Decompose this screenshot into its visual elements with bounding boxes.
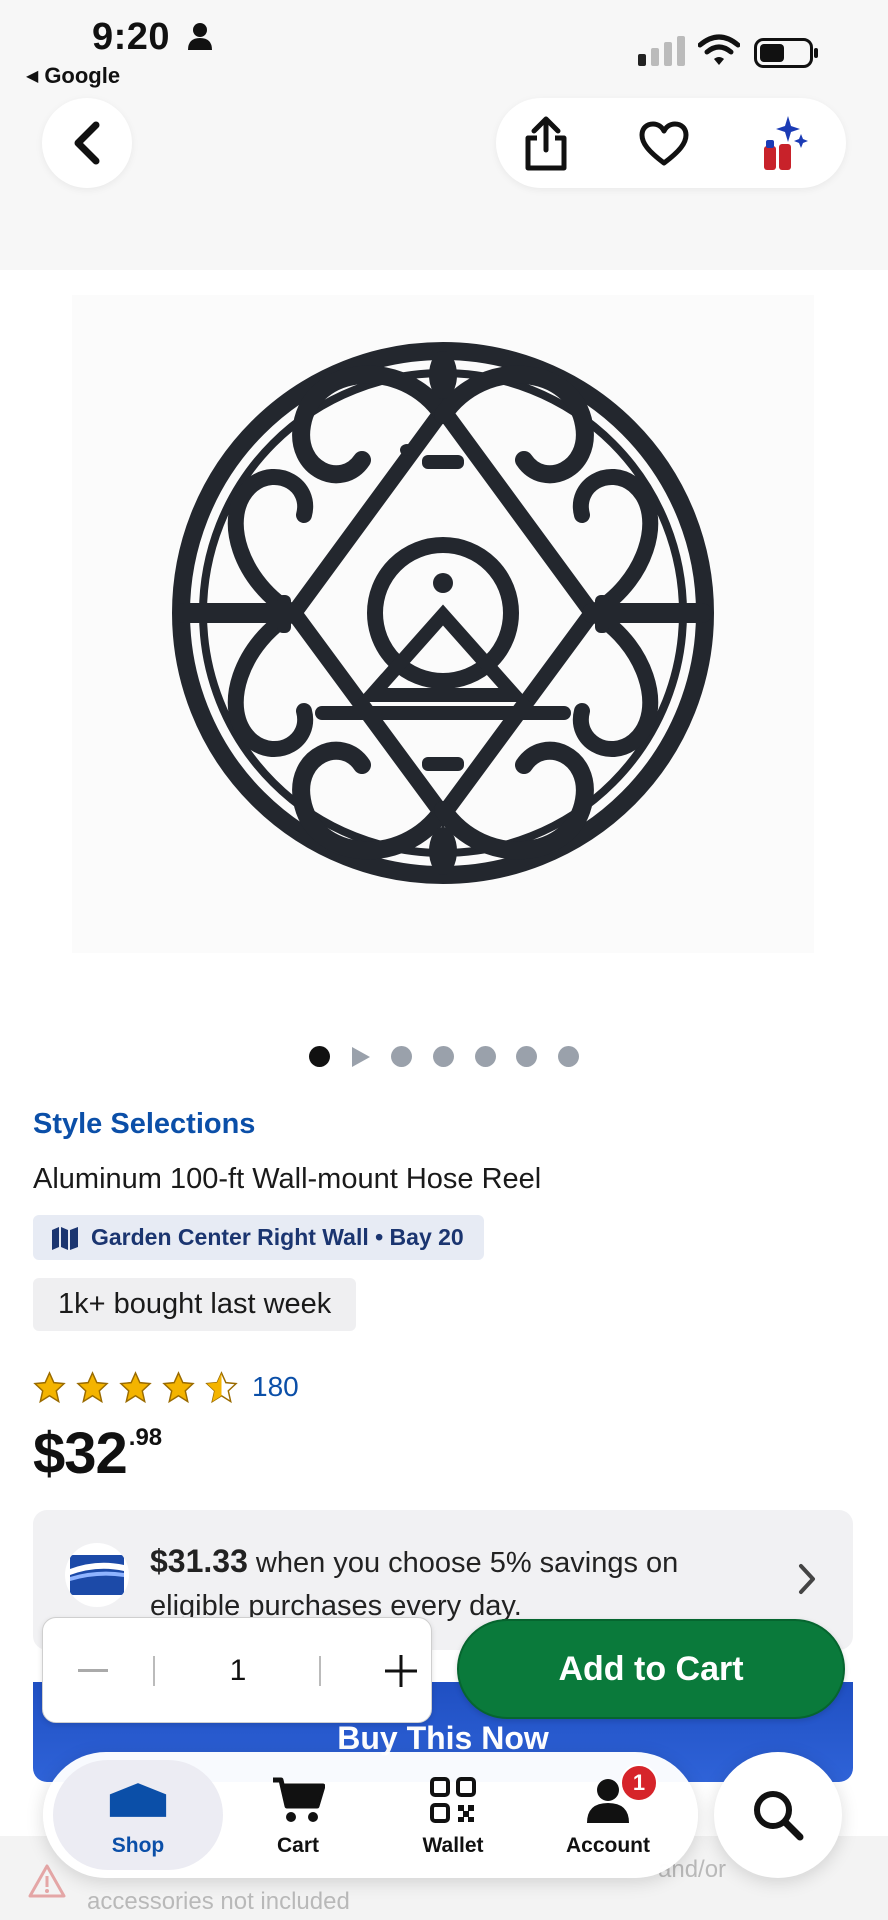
quantity-increase-button[interactable]	[373, 1643, 429, 1699]
brand-link[interactable]: Style Selections	[33, 1108, 255, 1141]
back-triangle-icon: ◀	[26, 68, 39, 85]
star-full-icon	[33, 1370, 66, 1403]
heart-icon	[639, 121, 689, 166]
warning-icon	[28, 1864, 66, 1898]
chevron-left-icon	[74, 121, 100, 165]
share-icon	[525, 116, 567, 171]
tab-shop[interactable]: Shop	[53, 1760, 223, 1870]
quantity-divider	[319, 1656, 321, 1686]
price-cents: .98	[128, 1424, 163, 1451]
promo-price: $31.33	[150, 1543, 248, 1579]
ai-assistant-button[interactable]	[754, 116, 810, 172]
carousel-dot[interactable]	[475, 1046, 496, 1067]
tab-wallet-label: Wallet	[422, 1834, 484, 1857]
disclaimer-text-line2: accessories not included	[87, 1888, 350, 1915]
credit-card-icon	[70, 1555, 124, 1595]
tab-account-label: Account	[566, 1834, 650, 1857]
tab-cart[interactable]: Cart	[248, 1752, 348, 1878]
back-app-label: Google	[44, 63, 121, 88]
chevron-right-icon	[799, 1564, 815, 1594]
back-button[interactable]	[42, 98, 132, 188]
star-full-icon	[162, 1370, 195, 1403]
battery-icon	[754, 38, 818, 68]
hose-reel-image	[172, 342, 714, 884]
quantity-stepper: 1	[42, 1617, 432, 1723]
bottom-tab-bar: Shop Cart Wallet 1 Account	[43, 1752, 698, 1878]
person-icon	[188, 23, 212, 50]
tab-wallet[interactable]: Wallet	[398, 1752, 508, 1878]
cart-icon	[268, 1774, 328, 1826]
minus-icon	[78, 1669, 108, 1672]
video-play-icon[interactable]	[349, 1046, 371, 1068]
carousel-dot-active[interactable]	[309, 1046, 330, 1067]
quantity-decrease-button[interactable]	[65, 1643, 121, 1699]
rating-stars[interactable]: 180	[33, 1370, 299, 1404]
carousel-dot[interactable]	[516, 1046, 537, 1067]
cellular-signal-icon	[638, 36, 685, 66]
price-dollars: $32	[33, 1421, 128, 1486]
carousel-dot[interactable]	[433, 1046, 454, 1067]
tab-cart-label: Cart	[276, 1834, 319, 1857]
image-carousel-indicator	[0, 1046, 888, 1068]
status-bar: 9:20 ◀ Google	[0, 0, 888, 95]
header-actions	[496, 98, 846, 188]
plus-icon	[385, 1655, 417, 1687]
product-title: Aluminum 100-ft Wall-mount Hose Reel	[33, 1163, 542, 1195]
carousel-dot[interactable]	[558, 1046, 579, 1067]
review-count-link[interactable]: 180	[252, 1371, 299, 1403]
promo-text: $31.33 when you choose 5% savings on eli…	[150, 1540, 750, 1628]
star-full-icon	[76, 1370, 109, 1403]
product-price: $32.98	[33, 1420, 162, 1487]
product-image[interactable]	[72, 295, 814, 953]
store-location-label: Garden Center Right Wall • Bay 20	[91, 1224, 464, 1250]
store-icon	[108, 1774, 168, 1826]
status-time: 9:20	[92, 16, 171, 58]
account-notification-badge: 1	[620, 1764, 658, 1802]
sparkle-assistant-icon	[764, 116, 808, 170]
qr-code-icon	[423, 1774, 483, 1826]
store-location-badge[interactable]: Garden Center Right Wall • Bay 20	[33, 1215, 484, 1260]
quantity-value[interactable]: 1	[193, 1646, 283, 1696]
share-button[interactable]	[518, 116, 574, 172]
tab-shop-label: Shop	[111, 1834, 165, 1857]
credit-card-logo	[65, 1543, 129, 1607]
map-icon	[52, 1226, 78, 1250]
wifi-icon	[698, 34, 740, 65]
account-icon: 1	[578, 1764, 658, 1826]
carousel-dot[interactable]	[391, 1046, 412, 1067]
search-button[interactable]	[714, 1752, 842, 1878]
add-to-cart-button[interactable]: Add to Cart	[457, 1619, 845, 1719]
search-icon	[754, 1791, 804, 1841]
favorite-button[interactable]	[636, 116, 692, 172]
star-half-icon	[205, 1370, 238, 1403]
tab-account[interactable]: 1 Account	[548, 1752, 668, 1878]
star-full-icon	[119, 1370, 152, 1403]
back-to-app-link[interactable]: ◀ Google	[26, 63, 120, 89]
quantity-divider	[153, 1656, 155, 1686]
bought-last-week-badge: 1k+ bought last week	[33, 1278, 357, 1331]
